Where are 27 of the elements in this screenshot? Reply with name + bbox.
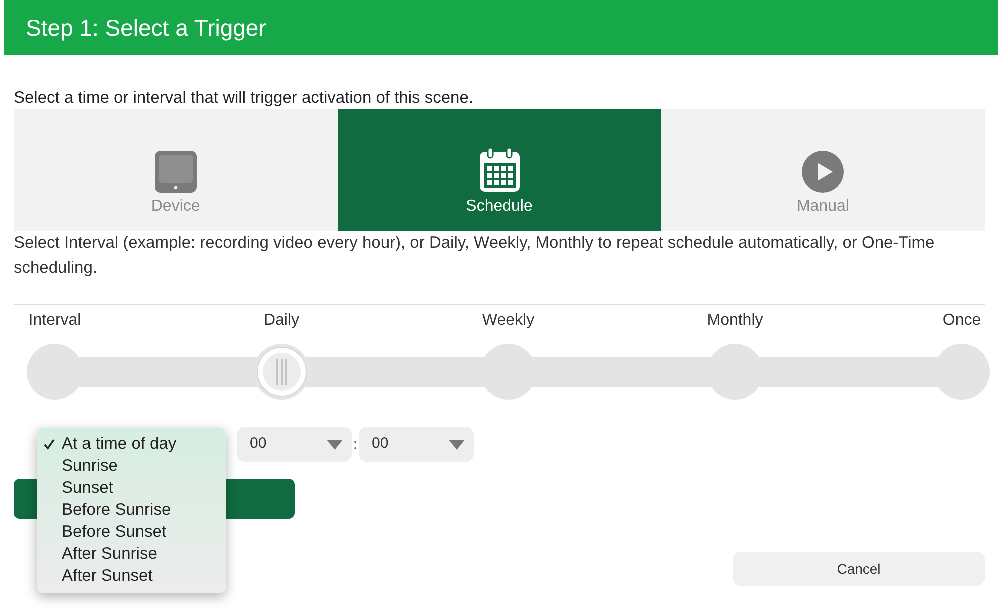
slider-label: Once: [942, 311, 982, 331]
caret-icon: [449, 440, 465, 450]
caret-icon: [327, 440, 343, 450]
slider-track[interactable]: [27, 344, 990, 400]
description-text: Select Interval (example: recording video every hour), or Daily, Weekly, Monthly to repeat schedule automatically, or One-Time scheduling.: [14, 233, 936, 279]
page-title: Step 1: Select a Trigger: [26, 14, 266, 42]
play-icon: [802, 151, 844, 193]
hour-select[interactable]: 00: [237, 427, 352, 462]
intro-text: Select a time or interval that will trigger activation of this scene.: [14, 89, 474, 107]
time-separator: :: [352, 435, 358, 454]
menu-item[interactable]: Sunset: [37, 477, 226, 499]
menu-item[interactable]: After Sunrise: [37, 543, 226, 565]
slider-label: Weekly: [482, 311, 535, 331]
menu-item[interactable]: Before Sunset: [37, 521, 226, 543]
minute-select[interactable]: 00: [359, 427, 474, 462]
slider-label: Interval: [28, 311, 82, 331]
cancel-button[interactable]: Cancel: [733, 552, 985, 586]
slider-label: Daily: [264, 311, 300, 331]
menu-item[interactable]: Sunrise: [37, 455, 226, 477]
menu-item[interactable]: Before Sunrise: [37, 499, 226, 521]
calendar-icon: [478, 147, 520, 193]
trigger-tab[interactable]: Schedule: [338, 109, 662, 231]
slider-thumb[interactable]: [256, 347, 307, 397]
menu-item[interactable]: After Sunset: [37, 565, 226, 587]
menu-item[interactable]: At a time of day: [37, 433, 226, 455]
tablet-icon: [154, 151, 197, 193]
slider-label: Monthly: [707, 311, 764, 331]
